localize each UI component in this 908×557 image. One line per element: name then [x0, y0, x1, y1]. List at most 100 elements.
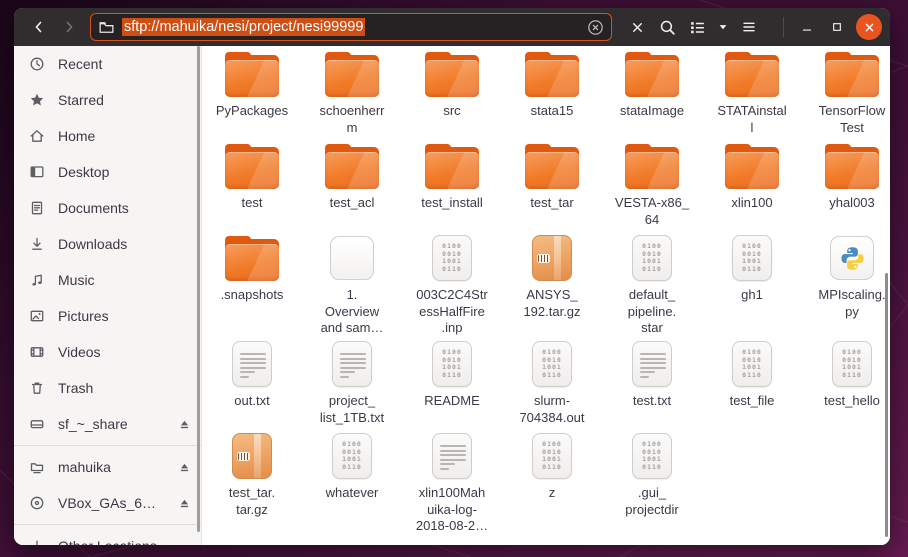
- eject-icon[interactable]: [178, 461, 191, 474]
- view-toggle-button[interactable]: [682, 13, 712, 41]
- file-item[interactable]: VESTA-x86_ 64: [602, 140, 702, 232]
- folder-icon: [825, 48, 879, 100]
- file-item[interactable]: test_tar: [502, 140, 602, 232]
- sidebar-item-label: sf_~_share: [58, 416, 128, 432]
- sidebar-item-documents[interactable]: Documents: [14, 190, 201, 226]
- minimize-button[interactable]: [792, 13, 822, 41]
- file-item[interactable]: 0100 0010 1001 0110 z: [502, 430, 602, 542]
- hamburger-menu-icon: [743, 22, 755, 32]
- file-label: stata15: [530, 103, 574, 118]
- file-label: z: [548, 485, 556, 500]
- file-item[interactable]: test_tar. tar.gz: [202, 430, 302, 542]
- sidebar-item-label: Pictures: [58, 308, 109, 324]
- text-file-icon: [232, 338, 272, 390]
- file-item[interactable]: stata15: [502, 48, 602, 140]
- file-item[interactable]: src: [402, 48, 502, 140]
- content-scrollbar[interactable]: [885, 273, 888, 537]
- sidebar-item-music[interactable]: Music: [14, 262, 201, 298]
- file-label: STATAinstal l: [717, 103, 787, 135]
- sidebar-item-home[interactable]: Home: [14, 118, 201, 154]
- maximize-button[interactable]: [822, 13, 852, 41]
- sidebar-item-trash[interactable]: Trash: [14, 370, 201, 406]
- sidebar-item-desktop[interactable]: Desktop: [14, 154, 201, 190]
- file-item[interactable]: test_install: [402, 140, 502, 232]
- file-item[interactable]: 0100 0010 1001 0110 .gui_ projectdir: [602, 430, 702, 542]
- file-item[interactable]: PyPackages: [202, 48, 302, 140]
- file-item[interactable]: yhal003: [802, 140, 890, 232]
- archive-file-icon: [532, 232, 572, 284]
- sidebar-item-label: VBox_GAs_6…: [58, 495, 157, 511]
- file-item[interactable]: MPIscaling. py: [802, 232, 890, 338]
- sidebar-item-vbox-gas[interactable]: VBox_GAs_6…: [14, 485, 201, 521]
- file-item[interactable]: xlin100Mah uika-log- 2018-08-2…: [402, 430, 502, 542]
- file-item[interactable]: ANSYS_ 192.tar.gz: [502, 232, 602, 338]
- file-item[interactable]: 0100 0010 1001 0110 default_ pipeline. star: [602, 232, 702, 338]
- python-file-icon: [830, 232, 874, 284]
- clear-address-button[interactable]: [587, 19, 604, 36]
- file-label: src: [443, 103, 461, 118]
- folder-icon: [525, 48, 579, 100]
- search-magnifier-icon: [660, 20, 675, 35]
- sidebar-item-starred[interactable]: Starred: [14, 82, 201, 118]
- file-label: MPIscaling. py: [818, 287, 886, 319]
- caret-down-icon: [719, 25, 727, 30]
- file-item[interactable]: test.txt: [602, 338, 702, 430]
- file-item[interactable]: xlin100: [702, 140, 802, 232]
- file-label: VESTA-x86_ 64: [614, 195, 690, 227]
- files-window: sftp://mahuika/nesi/project/nesi99999 Re…: [14, 8, 890, 545]
- sidebar-item-sf-share[interactable]: sf_~_share: [14, 406, 201, 442]
- eject-icon[interactable]: [178, 418, 191, 431]
- address-bar[interactable]: sftp://mahuika/nesi/project/nesi99999: [90, 13, 612, 41]
- file-item[interactable]: out.txt: [202, 338, 302, 430]
- file-item[interactable]: 0100 0010 1001 0110 gh1: [702, 232, 802, 338]
- file-item[interactable]: 0100 0010 1001 0110 test_file: [702, 338, 802, 430]
- back-button[interactable]: [24, 13, 54, 41]
- file-item[interactable]: 0100 0010 1001 0110 slurm- 704384.out: [502, 338, 602, 430]
- file-item[interactable]: schoenherr m: [302, 48, 402, 140]
- sidebar-scrollbar[interactable]: [197, 46, 200, 532]
- sidebar-item-label: Starred: [58, 92, 104, 108]
- file-item[interactable]: project_ list_1TB.txt: [302, 338, 402, 430]
- view-list-icon: [690, 21, 704, 33]
- file-label: test_tar: [530, 195, 574, 210]
- eject-icon[interactable]: [178, 497, 191, 510]
- file-item[interactable]: 0100 0010 1001 0110 003C2C4Str essHalfFire .…: [402, 232, 502, 338]
- file-item[interactable]: TensorFlow Test: [802, 48, 890, 140]
- file-item[interactable]: test: [202, 140, 302, 232]
- sidebar-item-recent[interactable]: Recent: [14, 46, 201, 82]
- sidebar-separator: [14, 524, 201, 525]
- forward-chevron-icon: [66, 21, 73, 33]
- file-item[interactable]: .snapshots: [202, 232, 302, 338]
- forward-button[interactable]: [54, 13, 84, 41]
- sidebar-item-downloads[interactable]: Downloads: [14, 226, 201, 262]
- file-item[interactable]: 1. Overview and sam…: [302, 232, 402, 338]
- menu-button[interactable]: [734, 13, 764, 41]
- file-item[interactable]: 0100 0010 1001 0110 README: [402, 338, 502, 430]
- file-pane[interactable]: PyPackages schoenherr m src stata15 stataIma…: [202, 46, 890, 545]
- sidebar-item-label: Downloads: [58, 236, 128, 252]
- folder-icon: [325, 48, 379, 100]
- file-label: stataImage: [619, 103, 685, 118]
- file-label: test: [241, 195, 263, 210]
- view-options-button[interactable]: [712, 13, 734, 41]
- file-label: .snapshots: [220, 287, 284, 302]
- search-button[interactable]: [652, 13, 682, 41]
- file-item[interactable]: test_acl: [302, 140, 402, 232]
- cancel-button[interactable]: [622, 13, 652, 41]
- desktop-icon: [29, 164, 45, 180]
- sidebar-item-label: Music: [58, 272, 95, 288]
- sidebar-item-other-locations[interactable]: Other Locations: [14, 528, 201, 545]
- sidebar-item-pictures[interactable]: Pictures: [14, 298, 201, 334]
- close-window-button[interactable]: [856, 14, 882, 40]
- binary-file-icon: 0100 0010 1001 0110: [532, 430, 572, 482]
- file-item[interactable]: stataImage: [602, 48, 702, 140]
- file-item[interactable]: 0100 0010 1001 0110 whatever: [302, 430, 402, 542]
- file-item[interactable]: STATAinstal l: [702, 48, 802, 140]
- file-item[interactable]: 0100 0010 1001 0110 test_hello: [802, 338, 890, 430]
- sidebar-item-mahuika[interactable]: mahuika: [14, 449, 201, 485]
- trash-icon: [29, 380, 45, 396]
- sidebar-item-videos[interactable]: Videos: [14, 334, 201, 370]
- sidebar-item-label: Other Locations: [58, 538, 157, 545]
- folder-icon: [425, 140, 479, 192]
- folder-icon: [825, 140, 879, 192]
